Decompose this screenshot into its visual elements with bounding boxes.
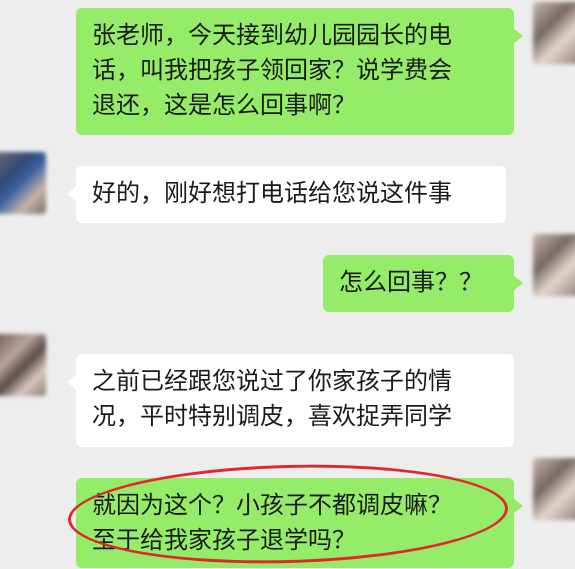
avatar-right-1[interactable] (533, 2, 575, 64)
avatar-left-2[interactable] (0, 334, 46, 396)
avatar-right-3[interactable] (533, 458, 575, 520)
message-bubble-incoming[interactable]: 之前已经跟您说过了你家孩子的情 况，平时特别调皮，喜欢捉弄同学 (67, 354, 514, 447)
message-bubble-outgoing[interactable]: 张老师，今天接到幼儿园园长的电 话，叫我把孩子领回家？说学费会 退还，这是怎么回… (76, 8, 523, 135)
message-bubble-outgoing[interactable]: 怎么回事？？ (323, 255, 523, 312)
message-bubble-incoming[interactable]: 好的，刚好想打电话给您说这件事 (67, 166, 506, 223)
avatar-right-2[interactable] (533, 234, 575, 296)
avatar-left-1[interactable] (0, 152, 46, 214)
